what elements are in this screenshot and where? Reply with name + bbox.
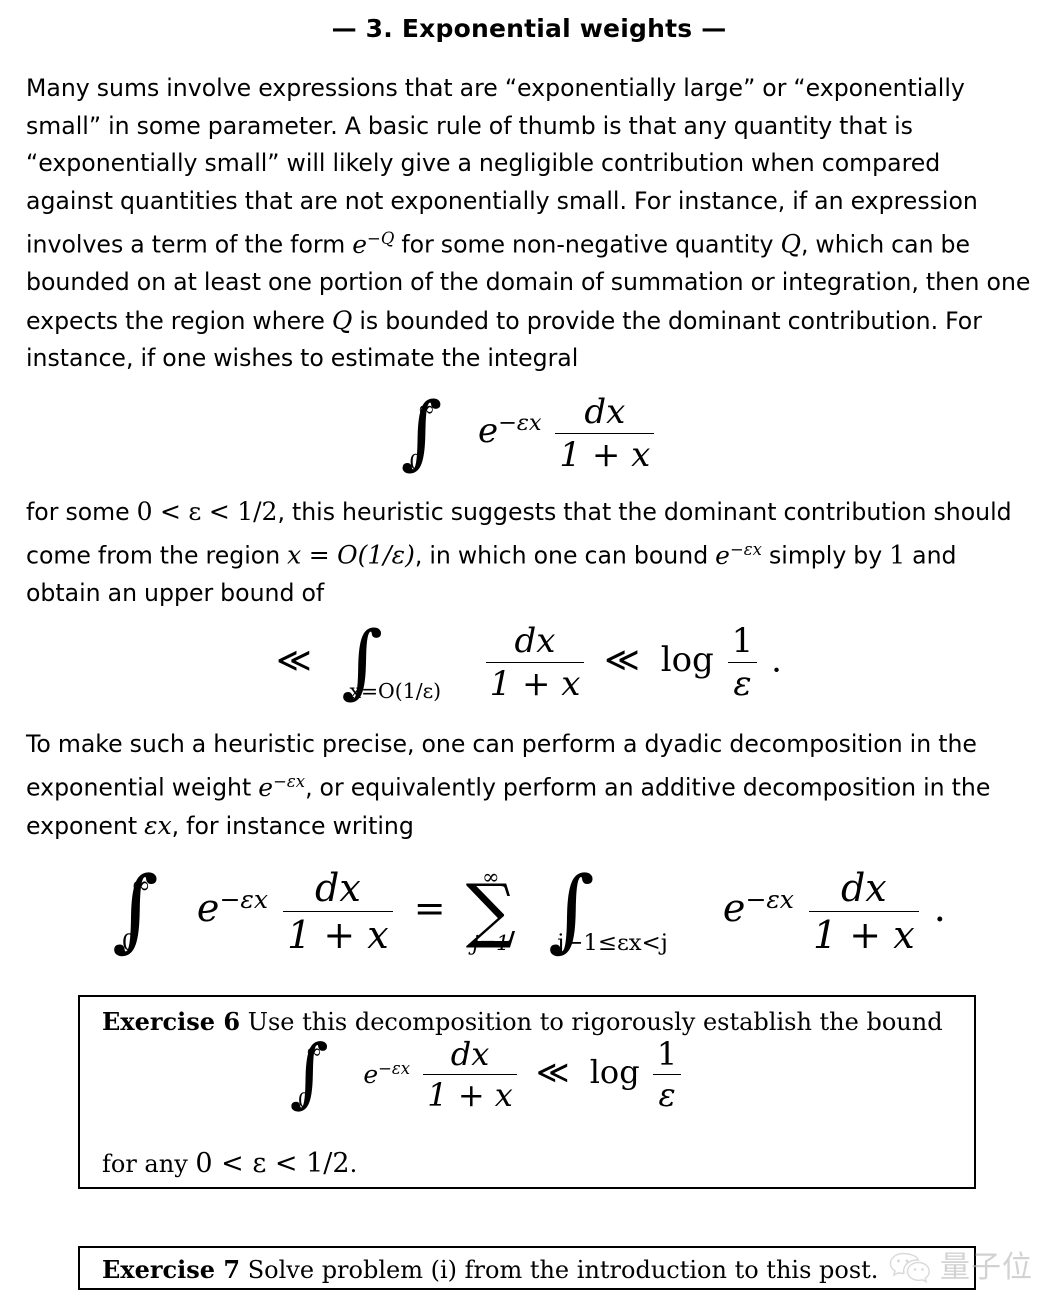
integral-lower-limit: j−1≤εx<j	[557, 929, 668, 956]
math-exponent: −εx	[729, 540, 762, 560]
fraction-one-over-epsilon: 1 ε	[652, 1035, 682, 1114]
fraction-numerator: dx	[809, 866, 919, 912]
sum-upper-limit: ∞	[482, 865, 500, 890]
integral-lower-limit: 0	[121, 929, 137, 956]
integral-symbol-2: ∫ x=O(1/ε)	[341, 620, 441, 702]
paragraph-2: for some 0 < ε < 1/2, this heuristic sug…	[0, 493, 1058, 613]
paragraph-3: To make such a heuristic precise, one ca…	[0, 726, 1058, 846]
fraction-denominator: 1 + x	[559, 434, 651, 475]
integral-symbol-lhs: ∫ ∞ 0	[112, 865, 159, 956]
exp-superscript: −εx	[498, 410, 542, 437]
fraction-numerator: dx	[423, 1035, 517, 1075]
inline-math-e-minus-eps-x-2: e−εx	[258, 772, 305, 802]
exercise-7-heading: Exercise 7 Solve problem (i) from the in…	[80, 1248, 974, 1284]
exercise-6-box: Exercise 6 Use this decomposition to rig…	[78, 995, 976, 1189]
period: .	[771, 640, 782, 681]
fraction-rhs: dx 1 + x	[809, 866, 919, 957]
fraction-lhs: dx 1 + x	[283, 866, 393, 957]
display-equation-1: ∫ ∞ 0 e−εx dx 1 + x	[0, 391, 1058, 475]
fraction-denominator: 1 + x	[489, 663, 581, 704]
paragraph-1-text-2: for some non-negative quantity	[394, 230, 781, 259]
paragraph-2-text-3: , in which one can bound	[414, 541, 716, 570]
fraction-one-over-epsilon: 1 ε	[727, 621, 758, 704]
integral-upper-limit: ∞	[131, 870, 151, 899]
fraction-denominator: 1 + x	[813, 912, 915, 957]
exp-superscript: −εx	[378, 1059, 411, 1079]
exp-term: e−εx	[363, 1059, 411, 1089]
exercise-7-text: Solve problem (i) from the introduction …	[247, 1256, 879, 1284]
fraction-denominator: ε	[658, 1075, 676, 1114]
exp-base: e	[196, 885, 220, 930]
summation-symbol: ∞ ∑ j=1	[466, 865, 516, 955]
fraction-numerator: dx	[485, 621, 585, 663]
integral-lower-limit: 0	[297, 1088, 311, 1112]
integral-symbol: ∫ ∞ 0	[290, 1035, 329, 1112]
fraction-denominator: 1 + x	[427, 1075, 513, 1114]
inline-math-epsilon-range-1: 0 < ε < 1/2	[136, 496, 278, 526]
exp-term-lhs: e−εx	[196, 884, 268, 930]
integral-upper-limit: ∞	[305, 1039, 323, 1063]
inline-math-eps-x: εx	[144, 811, 172, 841]
inline-math-x-equals-O: x = O(1/ε)	[287, 540, 415, 570]
fraction-numerator: dx	[555, 392, 655, 434]
fraction-dx-over-1-plus-x-2: dx 1 + x	[485, 621, 585, 704]
exercise-6-label: Exercise 6	[102, 1007, 241, 1036]
math-base: e	[715, 540, 730, 570]
fraction-numerator: 1	[727, 621, 758, 663]
page-title: — 3. Exponential weights —	[331, 14, 727, 43]
log-operator: log	[660, 640, 714, 681]
much-less-than-op-2: ≪	[604, 640, 640, 681]
paragraph-1: Many sums involve expressions that are “…	[0, 70, 1058, 378]
fraction-dx-over-1-plus-x: dx 1 + x	[423, 1035, 517, 1114]
integral-upper-limit: ∞	[417, 396, 436, 422]
sum-lower-limit: j=1	[472, 931, 510, 956]
integral-symbol: ∫ ∞ 0	[401, 391, 443, 473]
log-operator: log	[589, 1052, 640, 1091]
math-exponent: −Q	[367, 229, 395, 248]
inline-math-Q-2: Q	[331, 305, 353, 335]
paragraph-2-text-1: for some	[26, 497, 137, 526]
display-equation-2: ≪ ∫ x=O(1/ε) dx 1 + x ≪ log 1 ε .	[0, 620, 1058, 704]
math-base: e	[258, 772, 274, 802]
paragraph-3-text-3: , for instance writing	[171, 812, 414, 841]
exercise-6-footer: for any 0 < ε < 1/2.	[102, 1148, 357, 1179]
exp-base: e	[477, 411, 499, 452]
exercise-6-equation: ∫ ∞ 0 e−εx dx 1 + x ≪ log 1 ε	[80, 1035, 974, 1114]
integral-symbol-rhs: ∫ j−1≤εx<j	[548, 865, 668, 956]
integral-lower-limit: 0	[409, 449, 423, 474]
inline-math-epsilon-range-2: 0 < ε < 1/2	[195, 1148, 350, 1179]
equals-sign: =	[413, 885, 446, 930]
exp-term-rhs: e−εx	[722, 884, 794, 930]
much-less-than-op: ≪	[536, 1052, 570, 1091]
fraction-dx-over-1-plus-x: dx 1 + x	[555, 392, 655, 475]
much-less-than-op-1: ≪	[276, 640, 312, 681]
exp-superscript: −εx	[219, 884, 268, 914]
integral-lower-limit: x=O(1/ε)	[349, 678, 442, 703]
exp-term: e−εx	[477, 410, 542, 452]
math-exponent: −εx	[273, 772, 306, 792]
exercise-7-label: Exercise 7	[102, 1255, 241, 1284]
display-equation-3: ∫ ∞ 0 e−εx dx 1 + x = ∞ ∑ j=1 ∫ j−1≤εx<j…	[0, 865, 1058, 957]
inline-math-e-minus-Q: e−Q	[352, 229, 394, 259]
math-base: e	[352, 229, 367, 259]
paragraph-2-text-4: simply by	[761, 541, 890, 570]
exercise-6-footer-period: .	[349, 1150, 358, 1178]
fraction-numerator: dx	[283, 866, 393, 912]
fraction-numerator: 1	[652, 1035, 682, 1075]
fraction-denominator: 1 + x	[287, 912, 389, 957]
inline-math-Q-1: Q	[780, 229, 801, 259]
period: .	[933, 885, 946, 930]
exercise-7-box: Exercise 7 Solve problem (i) from the in…	[78, 1246, 976, 1290]
exp-superscript: −εx	[745, 884, 794, 914]
exercise-6-text: Use this decomposition to rigorously est…	[247, 1008, 943, 1036]
exercise-6-heading: Exercise 6 Use this decomposition to rig…	[80, 997, 974, 1037]
exercise-6-footer-text: for any	[102, 1150, 196, 1178]
exp-base: e	[722, 885, 746, 930]
inline-math-e-minus-eps-x-1: e−εx	[715, 540, 762, 570]
inline-math-one: 1	[889, 540, 906, 570]
exp-base: e	[363, 1059, 379, 1089]
fraction-denominator: ε	[733, 663, 752, 704]
